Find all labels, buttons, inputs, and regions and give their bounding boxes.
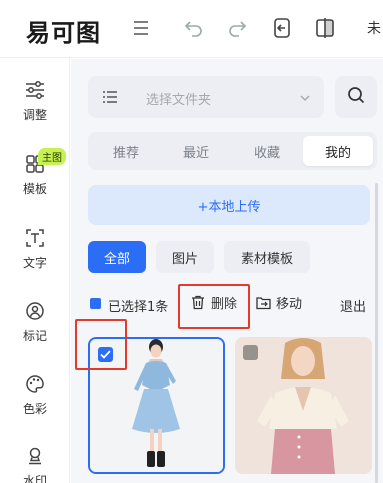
tab-recommend[interactable]: 推荐 [91, 136, 161, 166]
trash-icon [190, 295, 206, 311]
list-icon [102, 89, 118, 109]
sidebar-item-label: 水印 [22, 474, 47, 483]
sidebar-item-label: 标记 [22, 329, 47, 343]
sliders-icon [23, 78, 47, 102]
top-toolbar: 易可图 未 [0, 0, 383, 58]
sidebar-item-label: 调整 [22, 108, 47, 122]
image-checkbox-checked[interactable] [98, 347, 113, 362]
tab-recent[interactable]: 最近 [161, 136, 231, 166]
sidebar-item-label: 色彩 [22, 402, 47, 416]
delete-label: 删除 [211, 297, 238, 312]
left-sidebar: 调整 主图 模板 文字 标记 色彩 水印 [0, 58, 70, 483]
selection-action-bar: 已选择1条 删除 移动 退出 [71, 289, 383, 321]
folder-select-placeholder: 选择文件夹 [146, 93, 212, 108]
text-icon [23, 226, 47, 250]
exit-selection-button[interactable]: 退出 [340, 296, 366, 315]
selected-count: 已选择1条 [108, 300, 169, 315]
tab-bar: 推荐 最近 收藏 我的 [88, 132, 377, 170]
undo-icon[interactable] [181, 14, 207, 42]
marker-icon [23, 299, 47, 323]
tab-favorites[interactable]: 收藏 [232, 136, 302, 166]
image-card-selected[interactable] [88, 337, 225, 474]
move-button[interactable]: 移动 [255, 293, 302, 312]
app-logo: 易可图 [26, 19, 101, 47]
local-upload-button[interactable]: +本地上传 [88, 185, 370, 225]
sidebar-item-label: 模板 [22, 182, 47, 196]
filter-all[interactable]: 全部 [88, 241, 146, 273]
sidebar-item-marker[interactable]: 标记 [0, 299, 70, 355]
chevron-down-icon [298, 90, 312, 109]
truncated-title: 未 [367, 21, 381, 37]
compare-icon[interactable] [312, 14, 338, 42]
sidebar-item-label: 文字 [22, 256, 47, 270]
panel-scrollbar[interactable] [375, 183, 378, 483]
delete-button[interactable]: 删除 [190, 293, 237, 312]
image-checkbox[interactable] [243, 345, 258, 360]
search-button[interactable] [335, 76, 377, 118]
move-icon [255, 295, 271, 311]
replace-icon[interactable] [269, 14, 295, 42]
folder-select[interactable]: 选择文件夹 [88, 76, 324, 118]
filter-images[interactable]: 图片 [156, 241, 214, 273]
watermark-icon [23, 444, 47, 468]
main-image-badge: 主图 [38, 148, 66, 165]
sidebar-item-watermark[interactable]: 水印 [0, 444, 70, 483]
redo-icon[interactable] [224, 14, 250, 42]
menu-icon[interactable] [128, 14, 154, 42]
sidebar-item-text[interactable]: 文字 [0, 226, 70, 282]
image-card[interactable] [235, 337, 372, 474]
tab-mine[interactable]: 我的 [303, 136, 373, 166]
filter-material-templates[interactable]: 素材模板 [224, 241, 310, 273]
sidebar-item-template[interactable]: 主图 模板 [0, 148, 70, 208]
sidebar-item-color[interactable]: 色彩 [0, 372, 70, 428]
palette-icon [23, 372, 47, 396]
material-panel: 选择文件夹 推荐 最近 收藏 我的 +本地上传 全部 图片 素材模板 已选择1条… [71, 59, 383, 483]
move-label: 移动 [276, 297, 303, 312]
sidebar-item-adjust[interactable]: 调整 [0, 78, 70, 134]
search-icon [347, 86, 365, 108]
select-all-checkbox[interactable] [90, 298, 101, 309]
